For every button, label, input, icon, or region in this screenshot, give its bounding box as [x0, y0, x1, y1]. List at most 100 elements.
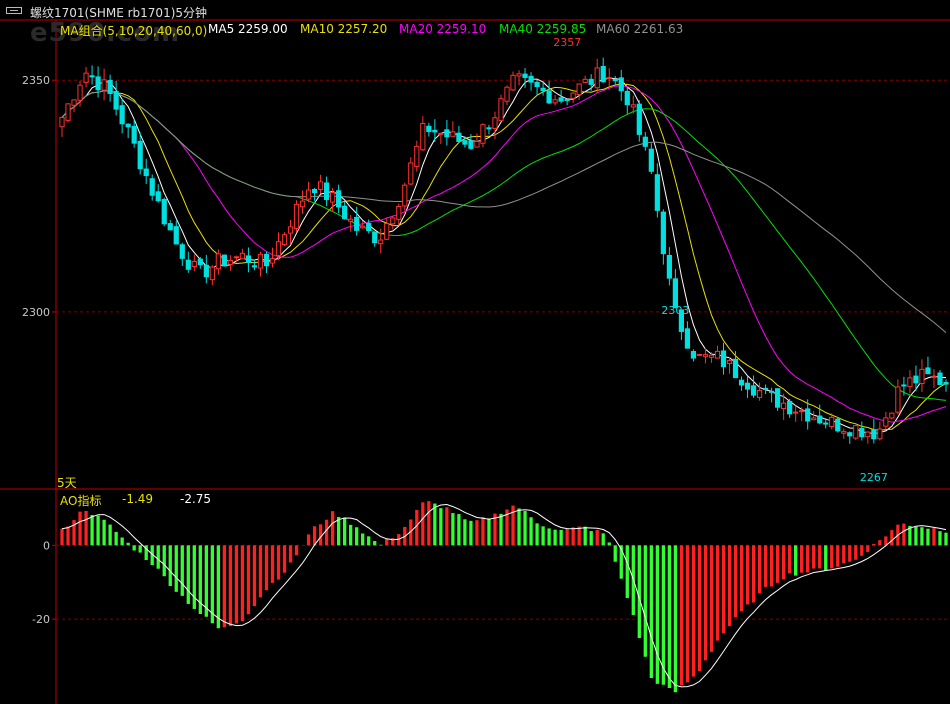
- candle-body: [528, 75, 534, 83]
- window-restore-icon[interactable]: [6, 7, 22, 14]
- candle-body: [937, 372, 943, 385]
- candle-body: [209, 266, 215, 281]
- candle-body: [275, 241, 282, 257]
- candle-body: [726, 359, 733, 365]
- candle-body: [750, 385, 757, 396]
- candle-body: [299, 200, 306, 208]
- candle-body: [558, 97, 564, 102]
- candle-body: [360, 225, 366, 229]
- candle-body: [775, 388, 781, 408]
- ao-value-1: -1.49: [122, 492, 154, 506]
- candle-body: [600, 66, 606, 83]
- candle-body: [907, 377, 913, 388]
- candle-body: [456, 132, 462, 142]
- candle-body: [516, 73, 522, 77]
- candle-body: [89, 75, 95, 78]
- candle-body: [943, 382, 949, 385]
- candle-body: [817, 415, 823, 424]
- candle-body: [342, 205, 348, 220]
- candle-body: [570, 92, 576, 99]
- candle-body: [498, 98, 504, 122]
- ao-bars-layer: [60, 501, 948, 693]
- candle-body: [895, 386, 901, 413]
- candle-body: [781, 402, 787, 409]
- candle-body: [829, 416, 835, 428]
- candle-body: [83, 72, 89, 83]
- candle-body: [257, 253, 264, 269]
- candle-body: [576, 83, 582, 96]
- candle-body: [245, 255, 252, 263]
- candle-body: [101, 79, 107, 91]
- candle-body: [185, 259, 191, 270]
- candle-body: [191, 260, 197, 267]
- candle-body: [366, 222, 372, 232]
- ma-group-label: MA组合(5,10,20,40,60,0): [60, 24, 208, 38]
- candle-body: [738, 379, 745, 386]
- candle-body: [744, 382, 751, 390]
- labels-layer: 2300 2350 0 -20 2357 2303 2267: [22, 36, 888, 626]
- candle-body: [330, 191, 336, 203]
- candle-body: [77, 84, 83, 101]
- candle-body: [714, 350, 721, 359]
- period-label: 5天: [57, 476, 77, 490]
- candle-body: [203, 264, 209, 278]
- candle-body: [762, 387, 769, 391]
- chart-canvas: 2300 2350 0 -20 2357 2303 2267: [0, 19, 950, 704]
- candle-body: [155, 191, 161, 202]
- candle-body: [113, 91, 119, 110]
- candle-body: [540, 87, 546, 92]
- candle-body: [305, 189, 312, 200]
- header-bar: 螺纹1701(SHME rb1701)5分钟: [0, 0, 950, 20]
- candle-body: [426, 125, 432, 133]
- candle-body: [143, 168, 149, 177]
- candle-body: [197, 258, 203, 266]
- candle-body: [239, 252, 246, 260]
- candle-body: [125, 123, 131, 128]
- candle-body: [865, 431, 871, 438]
- price-annotation: 2357: [553, 36, 581, 49]
- candle-body: [925, 367, 931, 375]
- candle-body: [71, 99, 77, 106]
- candle-body: [215, 253, 221, 270]
- candle-body: [552, 99, 558, 104]
- candle-body: [336, 190, 342, 208]
- candle-body: [414, 145, 420, 167]
- price-tick-label: 2350: [22, 74, 50, 87]
- candle-body: [720, 350, 727, 368]
- candle-body: [221, 254, 227, 267]
- candle-body: [293, 203, 300, 229]
- candle-body: [390, 217, 396, 225]
- candle-body: [372, 231, 378, 244]
- candle-body: [823, 422, 829, 425]
- candle-body: [251, 265, 258, 268]
- candle-body: [877, 428, 883, 440]
- candle-body: [841, 431, 847, 434]
- candle-body: [402, 184, 408, 207]
- price-annotation: 2303: [661, 304, 689, 317]
- price-annotation: 2267: [860, 471, 888, 484]
- candle-body: [642, 136, 648, 147]
- candle-body: [384, 223, 390, 240]
- candle-body: [486, 127, 492, 130]
- candle-body: [432, 129, 438, 133]
- candle-body: [708, 354, 715, 358]
- candle-body: [287, 226, 294, 234]
- candle-body: [624, 90, 630, 106]
- candle-body: [119, 105, 125, 125]
- candle-body: [167, 223, 173, 231]
- ma60-line: [61, 90, 947, 333]
- candle-body: [269, 258, 276, 264]
- candle-body: [462, 140, 468, 145]
- candle-body: [805, 408, 811, 422]
- ao-value-2: -2.75: [180, 492, 212, 506]
- candle-body: [853, 425, 859, 439]
- candle-body: [107, 79, 113, 95]
- ma-legend-item: MA60 2261.63: [596, 22, 684, 36]
- ma-legend-item: MA20 2259.10: [399, 22, 487, 36]
- ma40-line: [61, 90, 947, 401]
- candle-body: [522, 73, 528, 79]
- candle-body: [233, 256, 240, 259]
- candle-body: [149, 178, 155, 196]
- candle-body: [702, 354, 709, 357]
- candle-body: [594, 67, 600, 89]
